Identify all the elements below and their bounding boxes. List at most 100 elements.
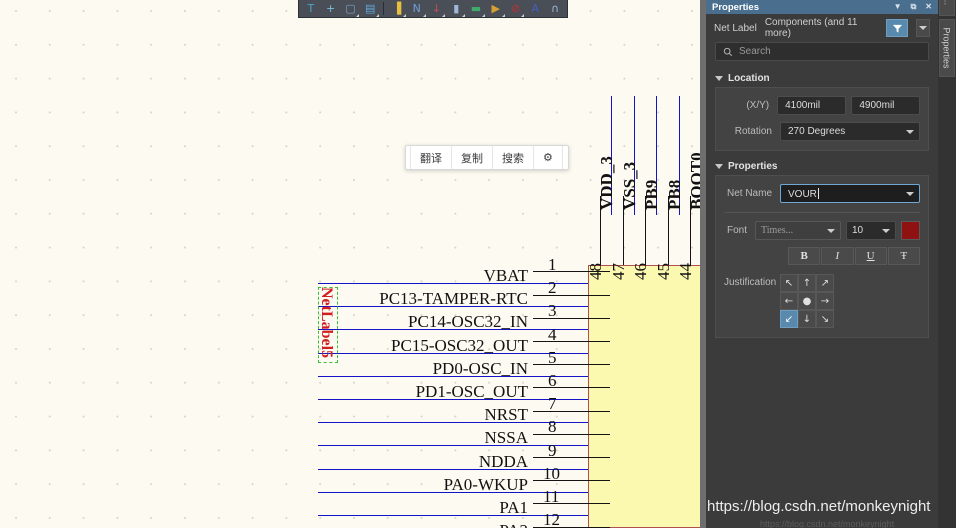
pin-name: VBAT bbox=[483, 266, 528, 285]
pin-name: PD0-OSC_IN bbox=[432, 358, 528, 378]
component-body[interactable] bbox=[588, 265, 706, 528]
y-coordinate-field[interactable]: 4900mil bbox=[851, 96, 920, 115]
xy-label: (X/Y) bbox=[746, 100, 770, 111]
panel-close-button[interactable]: ✕ bbox=[925, 3, 932, 11]
underline-button[interactable]: U bbox=[854, 247, 887, 265]
bold-button[interactable]: B bbox=[788, 247, 821, 265]
net-label-text[interactable]: NetLabel5 bbox=[317, 287, 335, 358]
panel-maximize-button[interactable]: ⧉ bbox=[911, 3, 917, 11]
place-junction-icon[interactable]: + bbox=[321, 1, 341, 17]
pin-number: 4 bbox=[548, 324, 557, 344]
pin-number: 12 bbox=[543, 510, 560, 528]
place-net-label-icon-glyph: T bbox=[307, 2, 315, 15]
place-sheet-symbol-icon[interactable]: ▤ bbox=[360, 1, 380, 17]
place-no-erc-icon[interactable]: ⊘ bbox=[506, 1, 526, 17]
font-family-select[interactable]: Times... bbox=[755, 221, 841, 240]
object-type-label: Net Label bbox=[714, 22, 757, 34]
selection-summary-label[interactable]: Components (and 11 more) bbox=[765, 17, 878, 39]
font-size-select[interactable]: 10 bbox=[846, 221, 896, 240]
right-tab-strip: … Properties bbox=[938, 0, 956, 528]
schematic-canvas[interactable]: VBAT 1 PC13-TAMPER-RTC 2 PC14-OSC32_IN 3 PC15-… bbox=[0, 0, 706, 528]
justify-top-center[interactable]: ↑ bbox=[798, 274, 816, 292]
ctx-drag-handle-right[interactable] bbox=[563, 146, 568, 169]
toolbar-dropdown-caret[interactable] bbox=[356, 13, 360, 17]
justify-bottom-center[interactable]: ↓ bbox=[798, 310, 816, 328]
justify-bottom-left[interactable]: ↙ bbox=[780, 310, 798, 328]
ctx-copy[interactable]: 复制 bbox=[452, 146, 493, 169]
collapse-triangle-icon bbox=[715, 76, 723, 81]
net-label-vertical[interactable]: VSS_3 bbox=[620, 162, 640, 210]
justification-label: Justification bbox=[724, 277, 777, 288]
ctx-search[interactable]: 搜索 bbox=[493, 146, 534, 169]
place-text-string-icon[interactable]: N bbox=[407, 1, 427, 17]
toolbar-dropdown-caret[interactable] bbox=[442, 13, 446, 17]
browser-context-menu[interactable]: 翻译 复制 搜索 ⚙ bbox=[405, 145, 569, 170]
section-divider bbox=[724, 212, 920, 213]
pin-name: NRST bbox=[484, 405, 528, 425]
ctx-settings-gear-icon[interactable]: ⚙ bbox=[534, 146, 563, 169]
net-name-field[interactable]: VOUR bbox=[780, 184, 920, 203]
toolbar-dropdown-caret[interactable] bbox=[422, 13, 426, 17]
pin-number: 3 bbox=[548, 301, 557, 321]
place-arc-icon[interactable]: ∩ bbox=[545, 1, 565, 17]
location-section-header[interactable]: Location bbox=[706, 69, 938, 87]
net-label-vertical[interactable]: VDD_3 bbox=[597, 156, 617, 210]
place-port-icon[interactable]: ▮ bbox=[446, 1, 466, 17]
rotation-select[interactable]: 270 Degrees bbox=[780, 122, 920, 141]
font-color-swatch[interactable] bbox=[901, 221, 920, 240]
place-part-icon[interactable]: ▐ bbox=[387, 1, 407, 17]
search-row: Search bbox=[706, 42, 938, 69]
place-port-icon-glyph: ▮ bbox=[453, 2, 460, 15]
pin-line bbox=[533, 341, 610, 342]
place-text-frame-icon[interactable]: A bbox=[525, 1, 545, 17]
properties-section-title: Properties bbox=[728, 161, 778, 172]
justify-middle-center[interactable]: ● bbox=[798, 292, 816, 310]
toolbar-dropdown-caret[interactable] bbox=[462, 13, 466, 17]
place-sheet-symbol-icon-glyph: ▤ bbox=[364, 2, 376, 15]
toolbar-dropdown-caret[interactable] bbox=[376, 13, 380, 17]
pin-number-vertical: 48 bbox=[586, 263, 605, 280]
italic-button[interactable]: I bbox=[821, 247, 854, 265]
net-label-vertical[interactable]: PB8 bbox=[665, 180, 685, 210]
toolbar-dropdown-caret[interactable] bbox=[481, 13, 485, 17]
toolbar-dropdown-caret[interactable] bbox=[501, 13, 505, 17]
justify-bottom-right[interactable]: ↘ bbox=[816, 310, 834, 328]
pin-name: PA2 bbox=[499, 521, 528, 528]
net-label-vertical[interactable]: PB9 bbox=[642, 180, 662, 210]
filter-dropdown-button[interactable] bbox=[916, 19, 930, 37]
panel-menu-button[interactable]: ▼ bbox=[894, 3, 902, 11]
ctx-translate[interactable]: 翻译 bbox=[411, 146, 452, 169]
font-style-buttons: B I U Ŧ bbox=[788, 247, 920, 265]
pin-name: PC15-OSC32_OUT bbox=[391, 335, 528, 355]
filter-funnel-icon[interactable] bbox=[886, 19, 908, 37]
place-net-label-icon[interactable]: T bbox=[301, 1, 321, 17]
properties-section-header[interactable]: Properties bbox=[706, 157, 938, 175]
justify-middle-right[interactable]: → bbox=[816, 292, 834, 310]
justify-top-left[interactable]: ↖ bbox=[780, 274, 798, 292]
collapse-triangle-icon bbox=[715, 164, 723, 169]
panel-title-text: Properties bbox=[712, 1, 759, 13]
x-coordinate-field[interactable]: 4100mil bbox=[777, 96, 846, 115]
place-sheet-entry-icon[interactable]: ▬ bbox=[466, 1, 486, 17]
place-text-string-icon-glyph: N bbox=[412, 2, 421, 15]
justification-grid[interactable]: ↖ ↑ ↗ ← ● → ↙ ↓ ↘ bbox=[780, 274, 834, 328]
pin-line bbox=[533, 364, 610, 366]
place-directive-icon[interactable]: ▶ bbox=[486, 1, 506, 17]
strikethrough-button[interactable]: Ŧ bbox=[887, 247, 920, 265]
toolbar-dropdown-caret[interactable] bbox=[521, 13, 525, 17]
chevron-down-icon bbox=[906, 129, 914, 134]
panel-title-bar[interactable]: Properties ▼ ⧉ ✕ bbox=[706, 0, 938, 14]
toolbar-dropdown-caret[interactable] bbox=[402, 13, 406, 17]
place-no-erc-icon-glyph: ⊘ bbox=[510, 2, 521, 15]
place-text-frame-icon-glyph: A bbox=[531, 2, 540, 15]
tab-properties[interactable]: Properties bbox=[939, 19, 955, 77]
schematic-placement-toolbar[interactable]: T + ▢ ▤ ▐ N ↓ ▮ ▬ ▶ ⊘ A ∩ bbox=[298, 0, 568, 18]
justify-middle-left[interactable]: ← bbox=[780, 292, 798, 310]
search-input[interactable]: Search bbox=[715, 42, 929, 61]
place-power-port-icon[interactable]: ↓ bbox=[427, 1, 447, 17]
watermark-url-ghost: https://blog.csdn.net/monkeynight bbox=[760, 519, 895, 528]
justify-top-right[interactable]: ↗ bbox=[816, 274, 834, 292]
place-rectangle-icon[interactable]: ▢ bbox=[341, 1, 361, 17]
pin-number: 8 bbox=[548, 417, 557, 437]
tab-partial[interactable]: … bbox=[939, 0, 955, 16]
